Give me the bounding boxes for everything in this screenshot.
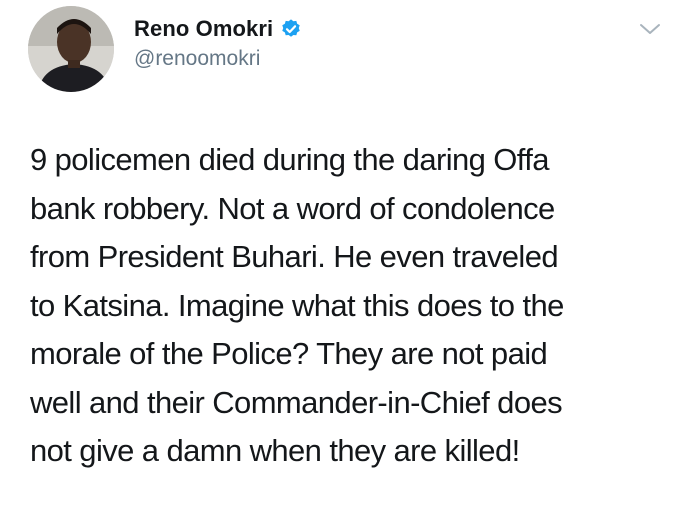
- chevron-down-icon[interactable]: [637, 20, 663, 38]
- tweet-text-line: morale of the Police? They are not paid: [30, 336, 548, 371]
- verified-badge-icon: [280, 18, 302, 40]
- avatar[interactable]: [28, 6, 114, 92]
- tweet-card: Reno Omokri @renoomokri 9 policemen died…: [0, 0, 679, 516]
- tweet-text-line: well and their Commander-in-Chief does: [30, 384, 563, 420]
- tweet-text-line: to Katsina. Imagine what this does to th…: [30, 287, 564, 323]
- tweet-text: 9 policemen died during the daring Offa …: [30, 136, 670, 476]
- tweet-text-line: not give a damn when they are killed!: [30, 433, 520, 468]
- tweet-text-line: bank robbery. Not a word of condolence: [30, 190, 555, 226]
- avatar-image: [28, 6, 114, 92]
- author-handle[interactable]: @renoomokri: [134, 47, 260, 71]
- author-display-name[interactable]: Reno Omokri: [134, 16, 273, 42]
- author-name-row: Reno Omokri: [134, 14, 302, 44]
- tweet-text-line: 9 policemen died during the daring Offa: [30, 142, 549, 177]
- tweet-text-line: from President Buhari. He even traveled: [30, 239, 559, 274]
